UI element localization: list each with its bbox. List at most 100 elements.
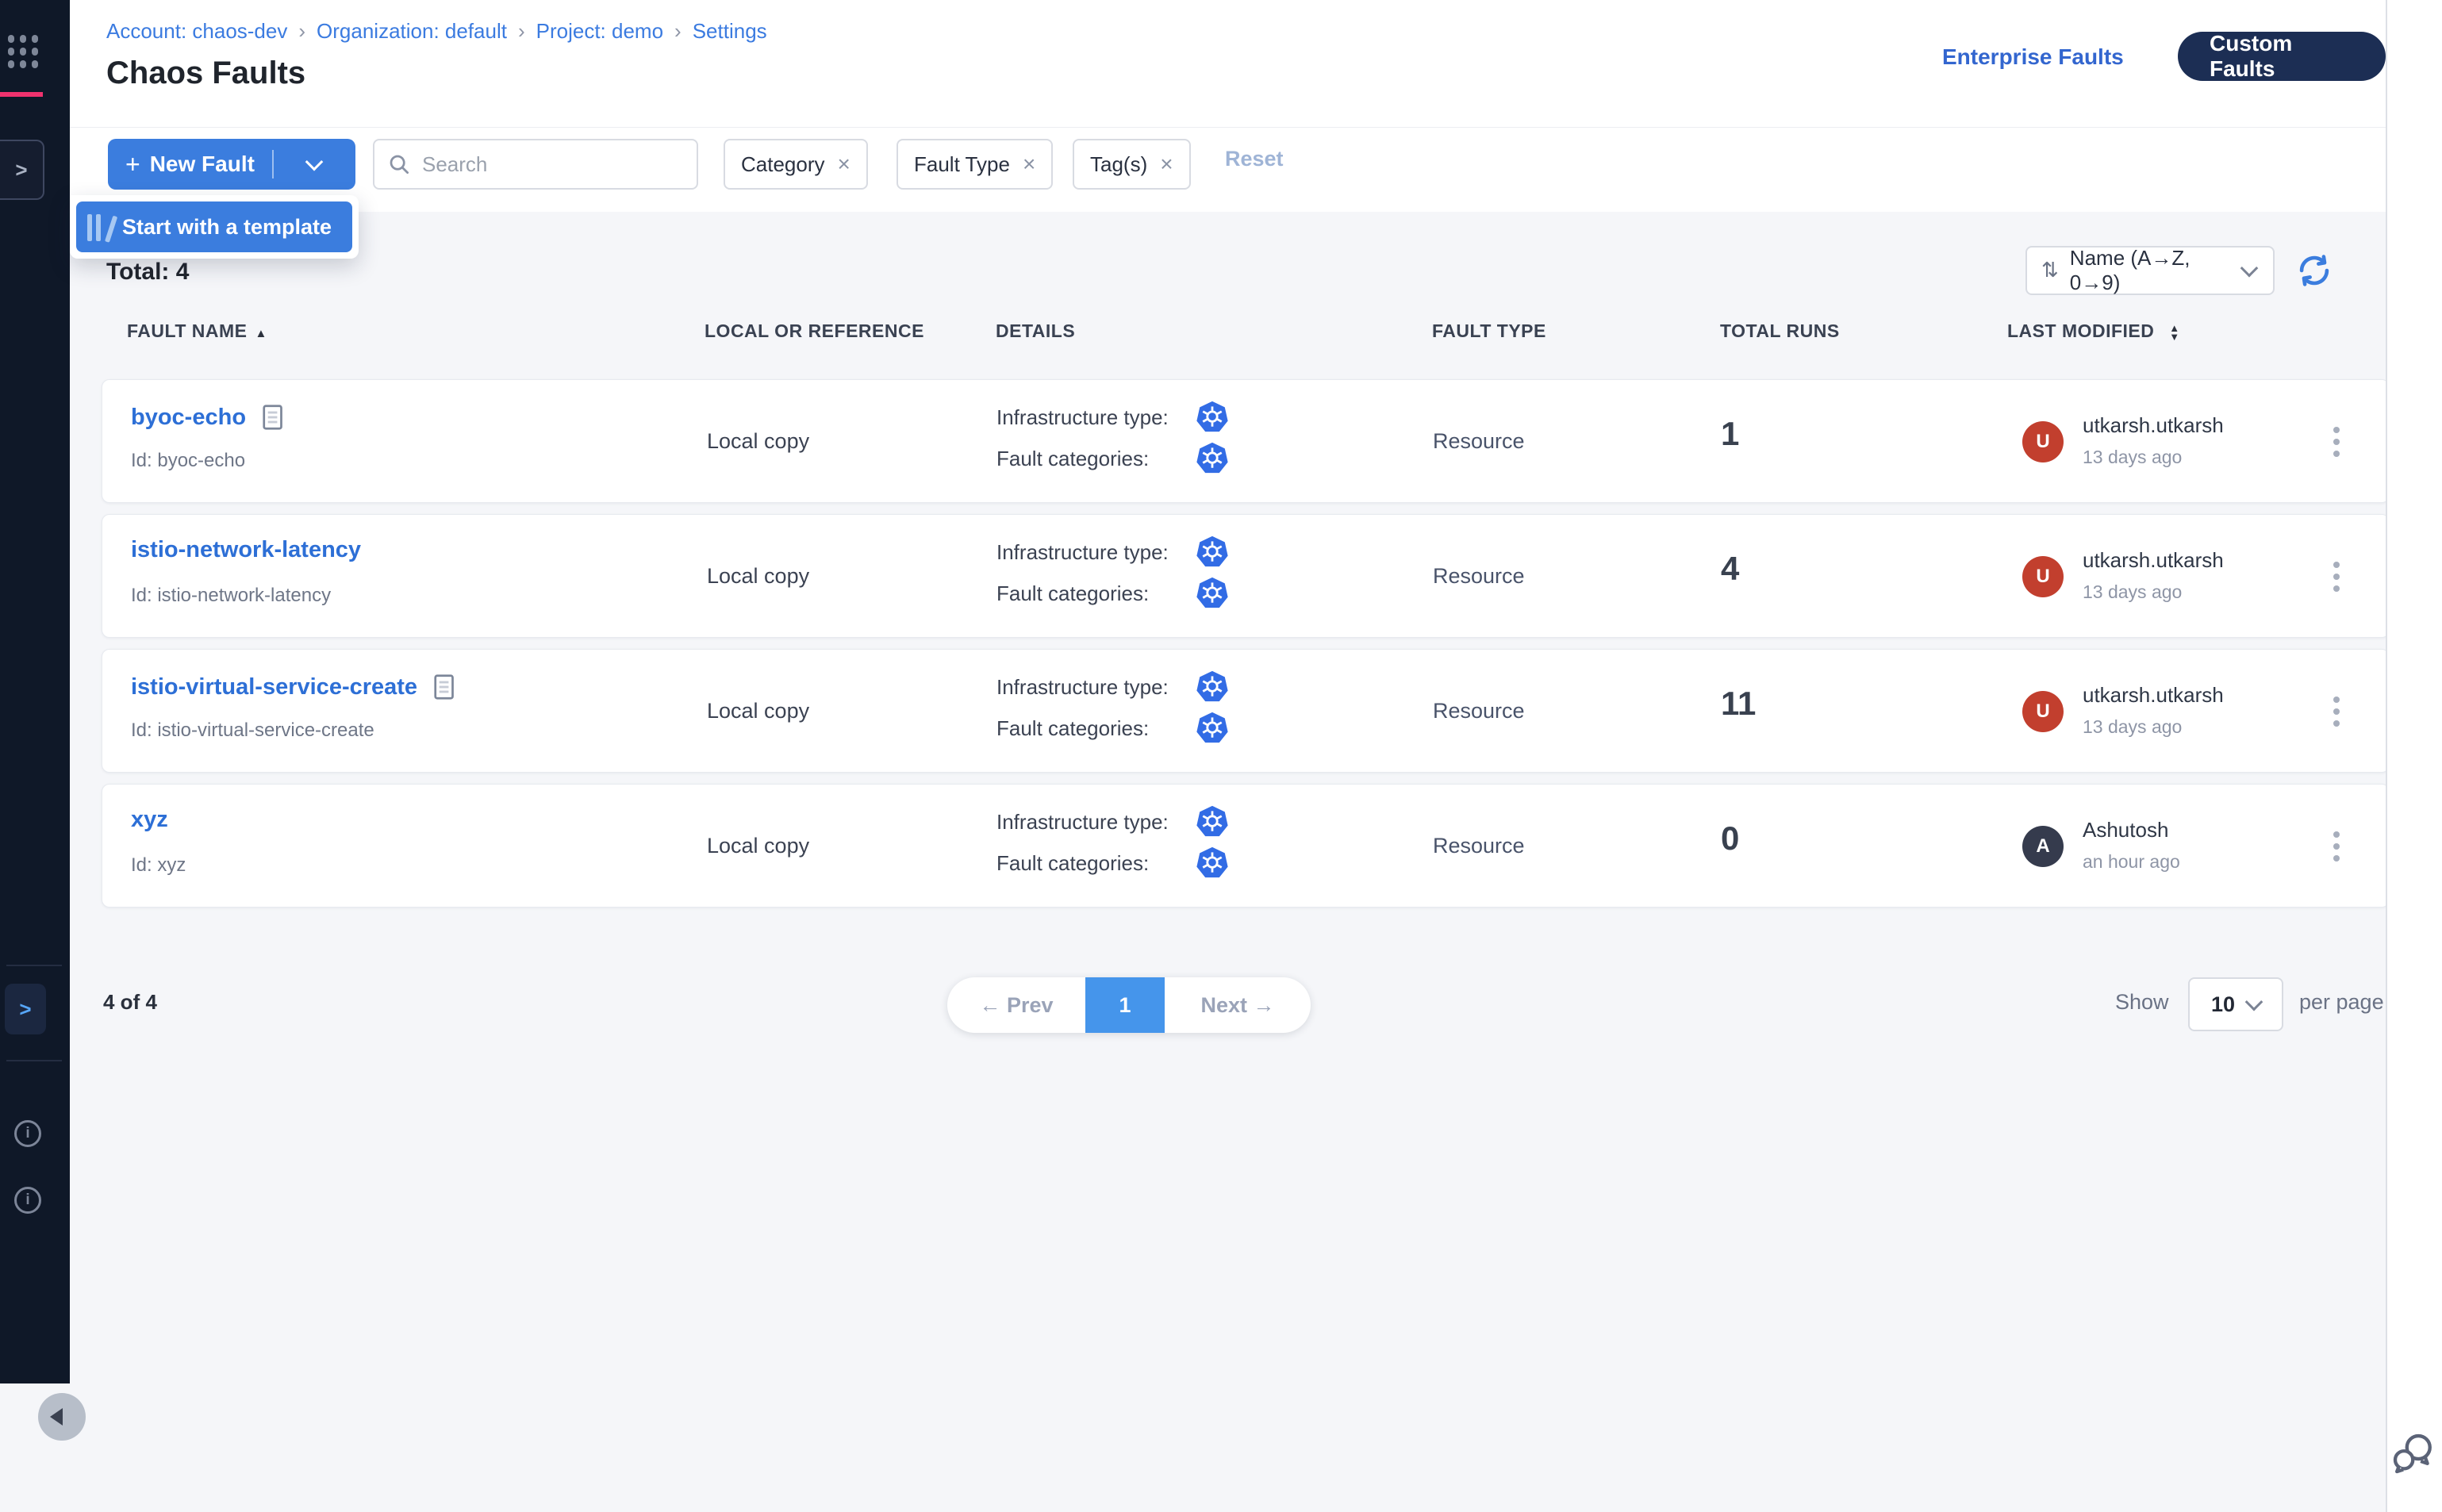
search-input[interactable] <box>420 152 662 178</box>
sidebar-divider <box>6 1060 62 1061</box>
kubernetes-icon <box>1195 804 1230 839</box>
app-grid-icon[interactable] <box>8 35 41 71</box>
kubernetes-icon <box>1195 535 1230 570</box>
fault-name-link[interactable]: byoc-echo <box>131 402 287 432</box>
breadcrumb-project[interactable]: Project: demo <box>536 19 663 44</box>
filter-chip-fault-type[interactable]: Fault Type× <box>897 139 1053 190</box>
chaos-faults-page: > > i i Account: chaos-dev › Organizatio… <box>0 0 2442 1512</box>
refresh-button[interactable] <box>2296 252 2333 289</box>
sidebar-collapsed-panel-chevron-icon[interactable]: > <box>0 140 44 200</box>
left-sidebar: > > i i <box>0 0 70 1383</box>
avatar: U <box>2022 691 2064 732</box>
per-page-select[interactable]: 10 <box>2188 977 2283 1031</box>
modified-by-user: utkarsh.utkarsh <box>2083 548 2224 573</box>
column-header-local-or-reference: LOCAL OR REFERENCE <box>705 320 924 342</box>
avatar: U <box>2022 556 2064 597</box>
sort-select[interactable]: ⇅ Name (A→Z, 0→9) <box>2025 246 2275 295</box>
local-or-reference-value: Local copy <box>707 564 809 589</box>
details-cell: Infrastructure type: Fault categories: <box>996 534 1230 616</box>
details-cell: Infrastructure type: Fault categories: <box>996 804 1230 886</box>
avatar: U <box>2022 421 2064 462</box>
sort-updown-icon: ⇅ <box>2041 259 2059 282</box>
breadcrumb-settings[interactable]: Settings <box>693 19 767 44</box>
table-row[interactable]: istio-virtual-service-create Id: istio-v… <box>102 649 2390 773</box>
fault-type-value: Resource <box>1433 699 1525 723</box>
close-icon[interactable]: × <box>838 152 850 177</box>
sidebar-resize-handle[interactable] <box>38 1393 86 1441</box>
custom-faults-button[interactable]: Custom Faults <box>2178 32 2386 81</box>
table-row[interactable]: istio-network-latency Id: istio-network-… <box>102 514 2390 638</box>
support-chat-icon[interactable] <box>2390 1431 2436 1477</box>
row-menu-button[interactable] <box>2321 418 2352 466</box>
kubernetes-icon <box>1195 846 1230 881</box>
toolbar: + New Fault Category× Fault Type× Tag(s)… <box>70 128 2386 212</box>
template-doc-icon[interactable] <box>259 402 287 432</box>
kubernetes-icon <box>1195 441 1230 476</box>
row-menu-button[interactable] <box>2321 823 2352 870</box>
kubernetes-icon <box>1195 576 1230 611</box>
fault-name-link[interactable]: istio-virtual-service-create <box>131 672 459 702</box>
breadcrumb-separator-icon: › <box>298 19 305 44</box>
modified-by-user: utkarsh.utkarsh <box>2083 413 2224 438</box>
filter-chip-category[interactable]: Category× <box>724 139 868 190</box>
modified-time: 13 days ago <box>2083 581 2182 603</box>
prev-page-button[interactable]: ← Prev <box>947 977 1085 1033</box>
avatar: A <box>2022 826 2064 867</box>
total-runs-value: 11 <box>1721 685 1756 723</box>
close-icon[interactable]: × <box>1023 152 1035 177</box>
fault-name-link[interactable]: istio-network-latency <box>131 537 361 563</box>
total-count-label: Total: 4 <box>106 259 189 286</box>
fault-id-label: Id: byoc-echo <box>131 450 245 472</box>
fault-type-value: Resource <box>1433 834 1525 858</box>
enterprise-faults-link[interactable]: Enterprise Faults <box>1942 44 2124 70</box>
arrow-left-icon: ← <box>979 993 1000 1018</box>
local-or-reference-value: Local copy <box>707 429 809 454</box>
sidebar-expand-chevron-icon[interactable]: > <box>5 984 46 1034</box>
kubernetes-icon <box>1195 670 1230 704</box>
info-icon[interactable]: i <box>14 1120 41 1147</box>
total-runs-value: 1 <box>1721 415 1739 453</box>
search-icon <box>387 152 411 176</box>
total-runs-value: 4 <box>1721 550 1739 588</box>
row-menu-button[interactable] <box>2321 553 2352 601</box>
kubernetes-icon <box>1195 400 1230 435</box>
template-library-icon <box>87 213 109 241</box>
total-runs-value: 0 <box>1721 819 1739 858</box>
fault-id-label: Id: istio-network-latency <box>131 585 331 607</box>
pager: ← Prev 1 Next → <box>947 977 1311 1033</box>
chevron-down-icon <box>2240 259 2259 278</box>
results-summary: 4 of 4 <box>103 990 157 1015</box>
chevron-down-icon <box>305 153 324 171</box>
column-header-total-runs: TOTAL RUNS <box>1720 320 1840 342</box>
next-page-button[interactable]: Next → <box>1165 977 1311 1033</box>
arrow-right-icon: → <box>1254 993 1275 1018</box>
fault-id-label: Id: xyz <box>131 854 186 877</box>
details-cell: Infrastructure type: Fault categories: <box>996 669 1230 751</box>
kubernetes-icon <box>1195 711 1230 746</box>
breadcrumb-account[interactable]: Account: chaos-dev <box>106 19 287 44</box>
fault-name-link[interactable]: xyz <box>131 807 168 833</box>
reset-filters-button[interactable]: Reset <box>1225 147 1284 171</box>
close-icon[interactable]: × <box>1160 152 1173 177</box>
new-fault-button[interactable]: + New Fault <box>108 139 355 190</box>
table-row[interactable]: xyz Id: xyz Local copy Infrastructure ty… <box>102 784 2390 908</box>
row-menu-button[interactable] <box>2321 688 2352 735</box>
column-header-fault-name[interactable]: FAULT NAME▲ <box>127 320 267 342</box>
column-header-fault-type: FAULT TYPE <box>1432 320 1546 342</box>
breadcrumb-separator-icon: › <box>674 19 682 44</box>
column-header-details: DETAILS <box>996 320 1075 342</box>
breadcrumb: Account: chaos-dev › Organization: defau… <box>106 19 767 44</box>
table-row[interactable]: byoc-echo Id: byoc-echo Local copy Infra… <box>102 379 2390 503</box>
menu-item-start-with-template[interactable]: Start with a template <box>76 201 352 252</box>
fault-id-label: Id: istio-virtual-service-create <box>131 720 374 742</box>
new-fault-dropdown-toggle[interactable] <box>274 158 355 171</box>
breadcrumb-organization[interactable]: Organization: default <box>317 19 507 44</box>
collapse-left-icon <box>50 1408 63 1426</box>
search-box <box>373 139 698 190</box>
column-header-last-modified[interactable]: LAST MODIFIED ▲▼ <box>2007 320 2180 342</box>
info-icon[interactable]: i <box>14 1187 41 1214</box>
filter-chip-tags[interactable]: Tag(s)× <box>1073 139 1191 190</box>
local-or-reference-value: Local copy <box>707 699 809 723</box>
current-page-button[interactable]: 1 <box>1085 977 1165 1033</box>
template-doc-icon[interactable] <box>430 672 459 702</box>
